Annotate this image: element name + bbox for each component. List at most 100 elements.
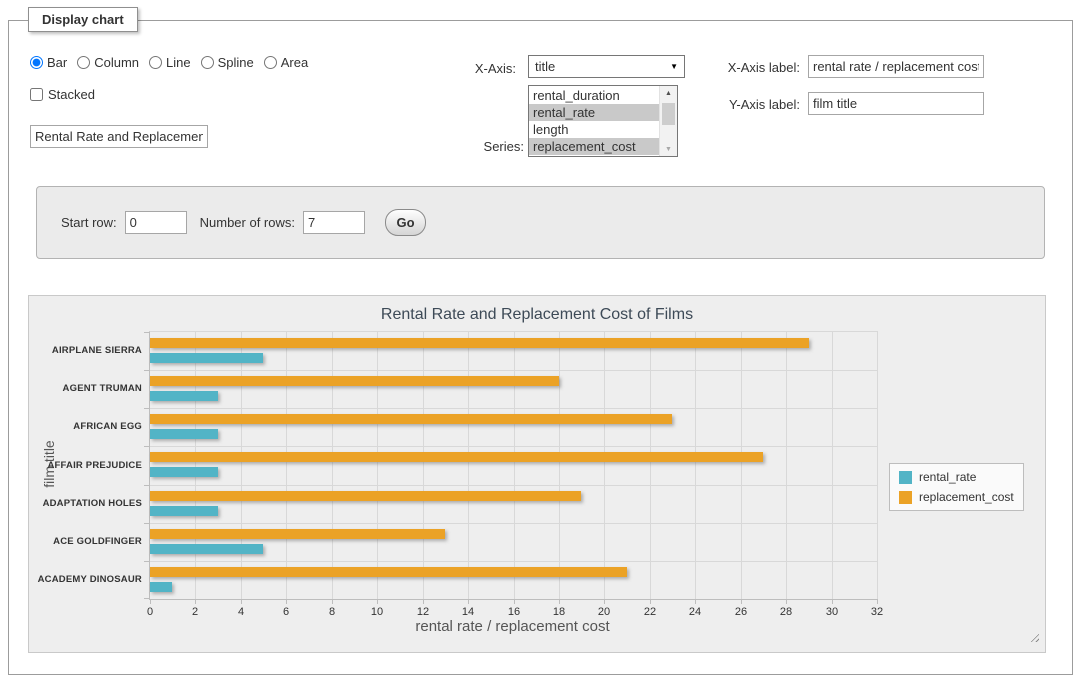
gridline-y: [150, 523, 877, 524]
chart-type-bar[interactable]: Bar: [30, 55, 67, 70]
chart-type-line[interactable]: Line: [149, 55, 191, 70]
listbox-scrollbar[interactable]: ▲ ▼: [659, 86, 677, 156]
chart-type-radio-column[interactable]: [77, 56, 90, 69]
number-of-rows-input[interactable]: [303, 211, 365, 234]
scroll-up-arrow-icon[interactable]: ▲: [660, 86, 677, 100]
x-tick-label: 6: [266, 606, 306, 618]
x-tick-mark: [195, 599, 196, 604]
x-tick-label: 16: [494, 606, 534, 618]
x-axis-select-label: X-Axis:: [454, 61, 516, 76]
x-tick-mark: [604, 599, 605, 604]
x-tick-label: 22: [630, 606, 670, 618]
category-label: AFFAIR PREJUDICE: [20, 460, 142, 471]
x-tick-label: 28: [766, 606, 806, 618]
gridline-y: [150, 370, 877, 371]
plot-area: 02468101214161820222426283032AIRPLANE SI…: [149, 331, 878, 600]
y-axis-label-input[interactable]: [808, 92, 984, 115]
x-tick-mark: [786, 599, 787, 604]
chart-type-label-column: Column: [94, 55, 139, 70]
x-tick-mark: [650, 599, 651, 604]
gridline-x-10: [377, 332, 378, 599]
chart-type-column[interactable]: Column: [77, 55, 139, 70]
chart-type-spline[interactable]: Spline: [201, 55, 254, 70]
y-tick-mark: [144, 332, 149, 333]
x-tick-label: 12: [403, 606, 443, 618]
gridline-x-6: [286, 332, 287, 599]
gridline-x-24: [695, 332, 696, 599]
bar-rental_rate[interactable]: [150, 582, 172, 592]
chart-type-radio-line[interactable]: [149, 56, 162, 69]
x-axis-selected-value: title: [535, 59, 555, 74]
stacked-checkbox-row[interactable]: Stacked: [30, 87, 95, 102]
x-axis-select[interactable]: title ▼: [528, 55, 685, 78]
chart-type-radio-bar[interactable]: [30, 56, 43, 69]
chart-title: Rental Rate and Replacement Cost of Film…: [29, 306, 1045, 324]
page: Display chart BarColumnLineSplineArea St…: [0, 0, 1081, 681]
start-row-label: Start row:: [61, 215, 117, 230]
legend-item-replacement_cost[interactable]: replacement_cost: [899, 490, 1014, 504]
series-listbox[interactable]: rental_durationrental_ratelengthreplacem…: [528, 85, 678, 157]
stacked-checkbox[interactable]: [30, 88, 43, 101]
series-option-length[interactable]: length: [529, 121, 660, 138]
series-option-replacement_cost[interactable]: replacement_cost: [529, 138, 660, 155]
category-label: AIRPLANE SIERRA: [20, 345, 142, 356]
chart-type-label-area: Area: [281, 55, 308, 70]
bar-replacement_cost[interactable]: [150, 567, 627, 577]
resize-grip-icon[interactable]: [1028, 631, 1039, 642]
x-axis-label-input[interactable]: [808, 55, 984, 78]
bar-rental_rate[interactable]: [150, 467, 218, 477]
category-label: AFRICAN EGG: [20, 421, 142, 432]
category-label: ACE GOLDFINGER: [20, 536, 142, 547]
bar-rental_rate[interactable]: [150, 544, 263, 554]
x-tick-label: 0: [130, 606, 170, 618]
x-tick-mark: [832, 599, 833, 604]
gridline-x-30: [832, 332, 833, 599]
x-tick-mark: [332, 599, 333, 604]
series-option-rental_duration[interactable]: rental_duration: [529, 87, 660, 104]
gridline-y: [150, 485, 877, 486]
chart-type-radio-spline[interactable]: [201, 56, 214, 69]
bar-replacement_cost[interactable]: [150, 529, 445, 539]
x-tick-label: 24: [675, 606, 715, 618]
y-tick-mark: [144, 408, 149, 409]
bar-rental_rate[interactable]: [150, 506, 218, 516]
bar-replacement_cost[interactable]: [150, 376, 559, 386]
x-tick-label: 14: [448, 606, 488, 618]
scrollbar-thumb[interactable]: [662, 103, 675, 125]
gridline-x-26: [741, 332, 742, 599]
legend-item-rental_rate[interactable]: rental_rate: [899, 470, 1014, 484]
category-label: ACADEMY DINOSAUR: [20, 574, 142, 585]
chart-title-input[interactable]: [30, 125, 208, 148]
x-tick-mark: [150, 599, 151, 604]
chart-type-area[interactable]: Area: [264, 55, 308, 70]
x-tick-mark: [468, 599, 469, 604]
bar-replacement_cost[interactable]: [150, 452, 763, 462]
x-tick-label: 20: [584, 606, 624, 618]
row-range-panel: Start row: Number of rows: Go: [36, 186, 1045, 259]
bar-replacement_cost[interactable]: [150, 338, 809, 348]
x-tick-mark: [377, 599, 378, 604]
gridline-y: [150, 408, 877, 409]
chart-type-label-line: Line: [166, 55, 191, 70]
start-row-input[interactable]: [125, 211, 187, 234]
x-tick-mark: [741, 599, 742, 604]
legend-swatch-icon: [899, 491, 912, 504]
scroll-down-arrow-icon[interactable]: ▼: [660, 142, 677, 156]
bar-replacement_cost[interactable]: [150, 491, 581, 501]
chart-type-label-bar: Bar: [47, 55, 67, 70]
x-tick-mark: [423, 599, 424, 604]
bar-rental_rate[interactable]: [150, 391, 218, 401]
legend-label: rental_rate: [919, 470, 976, 484]
gridline-x-22: [650, 332, 651, 599]
x-tick-label: 10: [357, 606, 397, 618]
x-tick-label: 32: [857, 606, 897, 618]
series-option-rental_rate[interactable]: rental_rate: [529, 104, 660, 121]
x-tick-mark: [514, 599, 515, 604]
y-tick-mark: [144, 523, 149, 524]
go-button[interactable]: Go: [385, 209, 426, 236]
chart-type-radio-area[interactable]: [264, 56, 277, 69]
bar-rental_rate[interactable]: [150, 429, 218, 439]
bar-replacement_cost[interactable]: [150, 414, 672, 424]
bar-rental_rate[interactable]: [150, 353, 263, 363]
category-label: AGENT TRUMAN: [20, 383, 142, 394]
